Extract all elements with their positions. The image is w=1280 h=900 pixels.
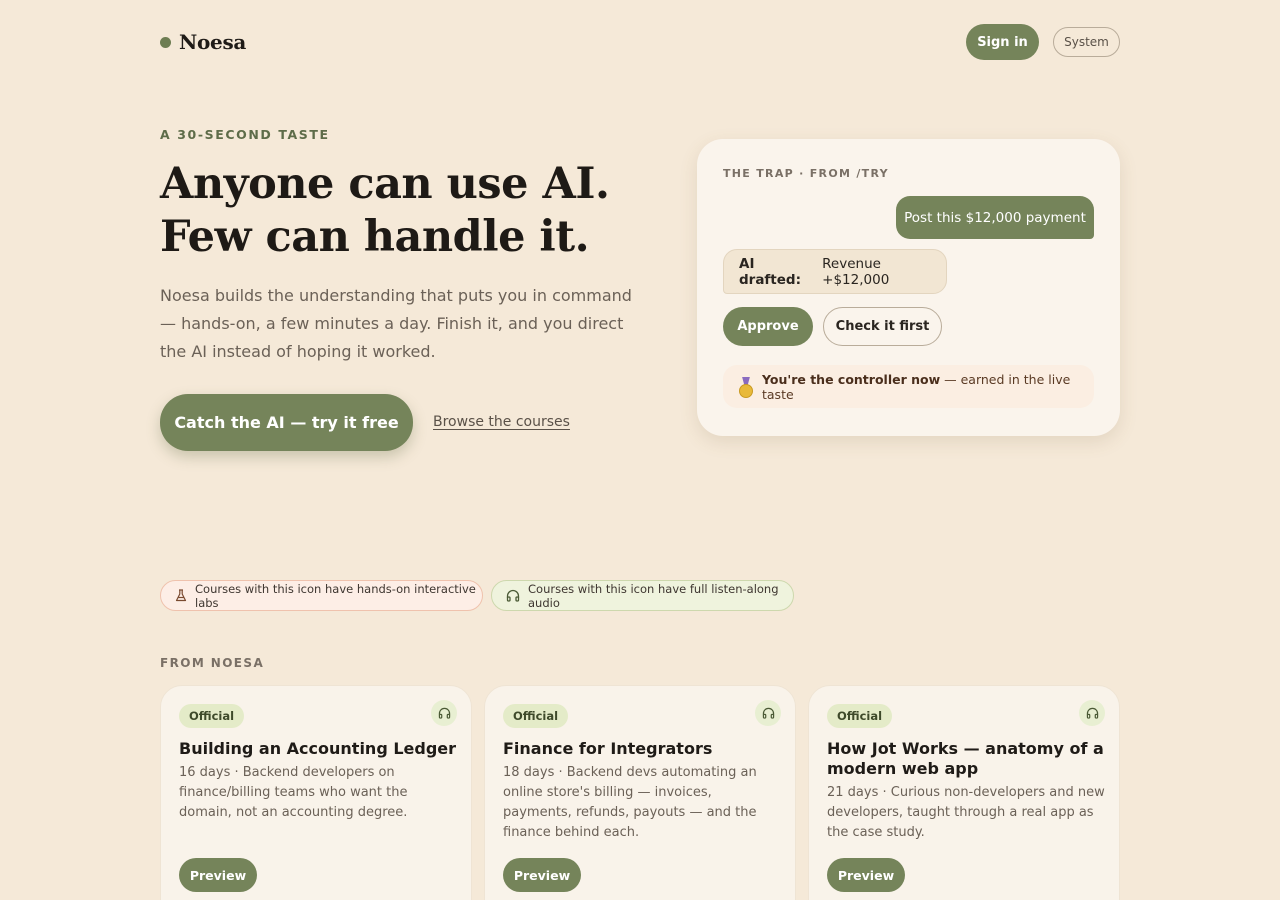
brand-logo[interactable]: Noesa <box>160 30 246 54</box>
course-title[interactable]: Finance for Integrators <box>503 739 783 759</box>
hero-title-line-2: Few can handle it. <box>160 212 590 262</box>
course-title[interactable]: Building an Accounting Ledger <box>179 739 459 759</box>
audio-legend-pill: Courses with this icon have full listen-… <box>491 580 794 611</box>
approve-button[interactable]: Approve <box>723 307 813 346</box>
course-title[interactable]: How Jot Works — anatomy of a modern web … <box>827 739 1107 779</box>
official-badge: Official <box>179 704 245 728</box>
labs-legend-pill: Courses with this icon have hands-on int… <box>160 580 483 611</box>
preview-button[interactable]: Preview <box>179 858 257 892</box>
trap-label: THE TRAP · FROM /TRY <box>723 167 889 180</box>
preview-button[interactable]: Preview <box>827 858 905 892</box>
headphones-icon <box>755 700 781 726</box>
earned-strong: You're the controller now <box>762 371 941 387</box>
official-badge: Official <box>503 704 569 728</box>
user-message-bubble: Post this $12,000 payment <box>896 196 1094 239</box>
site-header: Noesa Sign in System <box>160 24 1120 60</box>
course-card[interactable]: Official How Jot Works — anatomy of a mo… <box>808 685 1120 900</box>
course-card[interactable]: Official Finance for Integrators 18 days… <box>484 685 796 900</box>
browse-courses-link[interactable]: Browse the courses <box>433 414 570 430</box>
earned-banner: You're the controller now — earned in th… <box>723 365 1094 408</box>
headphones-icon <box>431 700 457 726</box>
flask-icon <box>175 589 187 602</box>
hero-title: Anyone can use AI. Few can handle it. <box>160 158 680 264</box>
labs-legend-text: Courses with this icon have hands-on int… <box>195 581 476 610</box>
course-description: 18 days · Backend devs automating an onl… <box>503 765 757 840</box>
course-description: 21 days · Curious non-developers and new… <box>827 785 1105 840</box>
ai-draft-bubble: AI drafted: Revenue +$12,000 <box>723 249 947 294</box>
medal-icon <box>738 376 754 398</box>
headphones-icon <box>506 589 520 602</box>
preview-button[interactable]: Preview <box>503 858 581 892</box>
official-badge: Official <box>827 704 893 728</box>
hero-eyebrow: A 30-SECOND TASTE <box>160 127 330 142</box>
earned-text: You're the controller now — earned in th… <box>762 372 1094 402</box>
brand-dot-icon <box>160 36 171 48</box>
headphones-icon <box>1079 700 1105 726</box>
hero-description: Noesa builds the understanding that puts… <box>160 286 632 361</box>
ai-draft-prefix: AI drafted: <box>739 255 801 288</box>
course-description: 16 days · Backend developers on finance/… <box>179 765 408 820</box>
check-first-button[interactable]: Check it first <box>823 307 942 346</box>
trap-demo-card: THE TRAP · FROM /TRY Post this $12,000 p… <box>697 139 1120 436</box>
brand-name: Noesa <box>179 30 247 54</box>
ai-draft-text: Revenue +$12,000 <box>822 255 890 288</box>
theme-toggle-button[interactable]: System <box>1053 27 1120 57</box>
audio-legend-text: Courses with this icon have full listen-… <box>528 581 779 610</box>
try-free-button[interactable]: Catch the AI — try it free <box>160 394 413 451</box>
sign-in-button[interactable]: Sign in <box>966 24 1039 60</box>
section-label: FROM NOESA <box>160 656 265 670</box>
hero-title-line-1: Anyone can use AI. <box>160 159 610 209</box>
course-card[interactable]: Official Building an Accounting Ledger 1… <box>160 685 472 900</box>
